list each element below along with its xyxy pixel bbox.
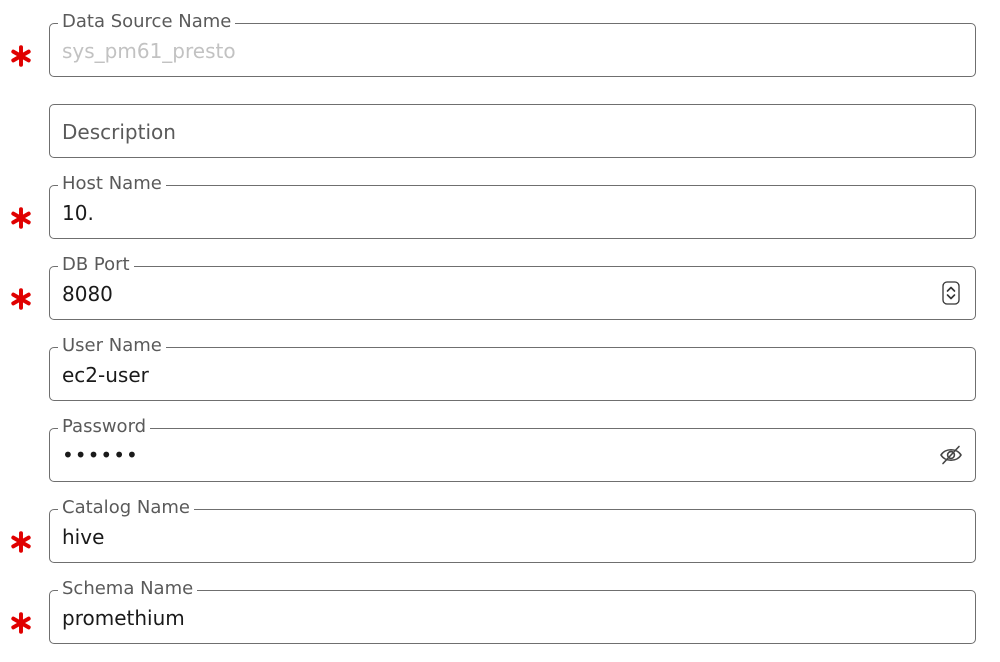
eye-off-icon[interactable] bbox=[939, 444, 963, 466]
required-asterisk-icon bbox=[11, 288, 31, 310]
db-port-label: DB Port bbox=[58, 253, 134, 277]
required-asterisk-icon bbox=[11, 612, 31, 634]
host-name-field[interactable]: Host Name 10. bbox=[49, 172, 976, 239]
host-name-label: Host Name bbox=[58, 172, 166, 196]
required-asterisk-icon bbox=[11, 45, 31, 67]
password-field[interactable]: Password •••••• bbox=[49, 415, 976, 482]
schema-name-field[interactable]: Schema Name promethium bbox=[49, 577, 976, 644]
user-name-field[interactable]: User Name ec2-user bbox=[49, 334, 976, 401]
db-port-field[interactable]: DB Port 8080 bbox=[49, 253, 976, 320]
db-port-input[interactable]: 8080 bbox=[62, 281, 113, 307]
schema-name-label: Schema Name bbox=[58, 577, 198, 601]
catalog-name-input[interactable]: hive bbox=[62, 524, 104, 550]
data-source-name-label: Data Source Name bbox=[58, 10, 236, 34]
data-source-name-field: Data Source Name sys_pm61_presto bbox=[49, 10, 976, 77]
host-name-input[interactable]: 10. bbox=[62, 200, 94, 226]
stepper-icon[interactable] bbox=[942, 281, 960, 305]
user-name-input[interactable]: ec2-user bbox=[62, 362, 149, 388]
description-field[interactable]: Description bbox=[49, 104, 976, 158]
user-name-label: User Name bbox=[58, 334, 166, 358]
catalog-name-field[interactable]: Catalog Name hive bbox=[49, 496, 976, 563]
description-input[interactable]: Description bbox=[62, 119, 176, 145]
schema-name-input[interactable]: promethium bbox=[62, 605, 185, 631]
password-label: Password bbox=[58, 415, 151, 439]
data-source-name-input: sys_pm61_presto bbox=[62, 39, 236, 63]
password-input[interactable]: •••••• bbox=[62, 442, 139, 468]
required-asterisk-icon bbox=[11, 531, 31, 553]
catalog-name-label: Catalog Name bbox=[58, 496, 194, 520]
required-asterisk-icon bbox=[11, 207, 31, 229]
